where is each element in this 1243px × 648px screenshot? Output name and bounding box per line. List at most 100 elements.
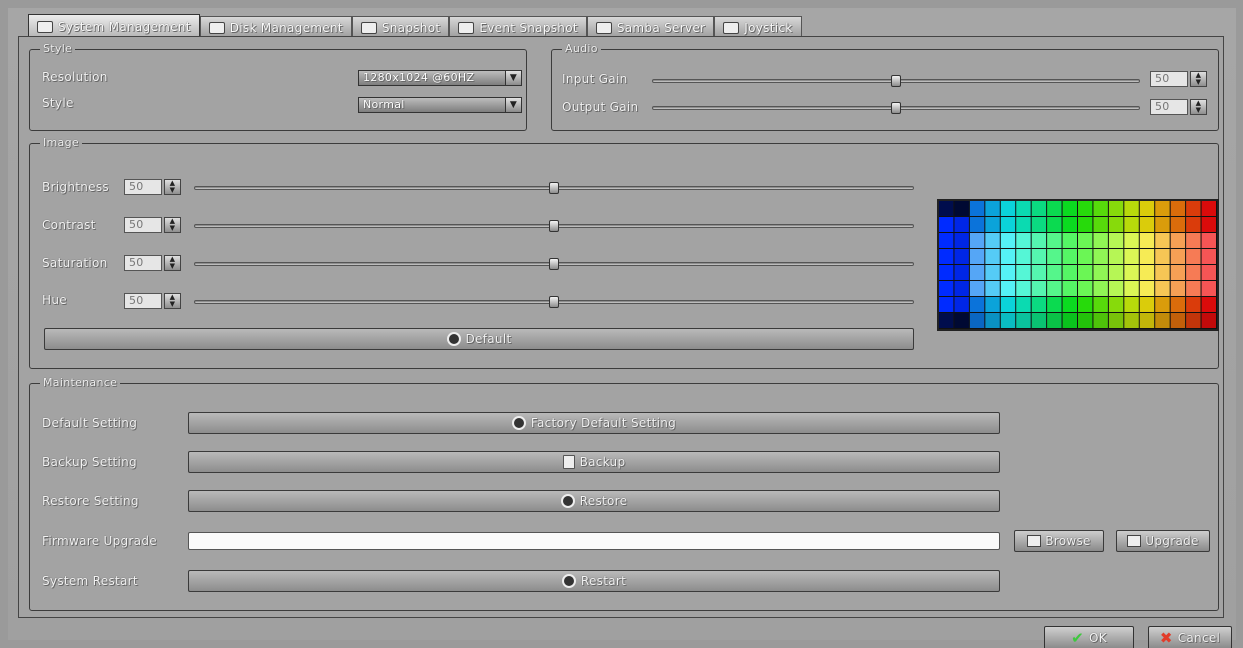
saturation-spinbox[interactable]: 50 ▲ ▼ (124, 255, 184, 271)
palette-cell (1186, 281, 1201, 296)
palette-cell (1078, 313, 1093, 328)
output-gain-slider[interactable] (652, 102, 1140, 114)
brightness-slider[interactable] (194, 182, 914, 194)
palette-cell (1031, 249, 1047, 264)
output-gain-label: Output Gain (562, 100, 639, 114)
palette-cell (1000, 217, 1016, 232)
contrast-slider[interactable] (194, 220, 914, 232)
tab-disk-management[interactable]: Disk Management (199, 16, 352, 38)
palette-cell (1093, 201, 1108, 216)
palette-cell (1155, 217, 1170, 232)
palette-cell (954, 265, 969, 280)
palette-cell (1108, 281, 1124, 296)
palette-cell (1108, 249, 1124, 264)
factory-default-button[interactable]: Factory Default Setting (188, 412, 1000, 434)
contrast-value[interactable]: 50 (124, 217, 162, 233)
power-icon (561, 574, 576, 588)
restore-setting-label: Restore Setting (42, 494, 139, 508)
brightness-spinbox[interactable]: 50 ▲ ▼ (124, 179, 184, 195)
slider-thumb[interactable] (549, 182, 559, 194)
upgrade-button[interactable]: Upgrade (1116, 530, 1210, 552)
restore-icon (560, 494, 575, 508)
palette-cell (1124, 281, 1139, 296)
palette-cell (1078, 201, 1093, 216)
restart-button[interactable]: Restart (188, 570, 1000, 592)
tab-content: Style Resolution 1280x1024 @60HZ ▼ Style… (18, 36, 1224, 618)
palette-cell (1062, 297, 1077, 312)
palette-cell (1078, 265, 1093, 280)
palette-cell (969, 297, 985, 312)
slider-thumb[interactable] (549, 220, 559, 232)
cancel-button[interactable]: ✖ Cancel (1148, 626, 1232, 648)
palette-cell (1000, 249, 1016, 264)
palette-cell (1139, 265, 1155, 280)
slider-thumb[interactable] (549, 296, 559, 308)
tab-system-management[interactable]: System Management (28, 14, 200, 38)
output-gain-spinbox[interactable]: 50 ▲ ▼ (1150, 99, 1210, 115)
palette-cell (1047, 265, 1062, 280)
ok-button[interactable]: ✔ OK (1044, 626, 1134, 648)
palette-cell (1186, 201, 1201, 216)
palette-cell (1047, 233, 1062, 248)
resolution-select[interactable]: 1280x1024 @60HZ ▼ (358, 70, 522, 86)
palette-cell (1031, 217, 1047, 232)
slider-thumb[interactable] (891, 102, 901, 114)
saturation-slider[interactable] (194, 258, 914, 270)
spin-arrows-icon[interactable]: ▲ ▼ (164, 255, 181, 271)
tab-event-snapshot[interactable]: Event Snapshot (449, 16, 587, 38)
palette-cell (1170, 217, 1186, 232)
palette-cell (954, 201, 969, 216)
palette-cell (1031, 313, 1047, 328)
hue-slider[interactable] (194, 296, 914, 308)
spin-arrows-icon[interactable]: ▲ ▼ (164, 217, 181, 233)
palette-cell (1124, 217, 1139, 232)
palette-cell (1170, 265, 1186, 280)
output-gain-value[interactable]: 50 (1150, 99, 1188, 115)
spin-arrows-icon[interactable]: ▲ ▼ (1190, 99, 1207, 115)
palette-cell (1031, 297, 1047, 312)
slider-thumb[interactable] (891, 75, 901, 87)
restore-button[interactable]: Restore (188, 490, 1000, 512)
firmware-path-input[interactable] (188, 532, 1000, 550)
style-legend: Style (40, 42, 76, 55)
hue-spinbox[interactable]: 50 ▲ ▼ (124, 293, 184, 309)
tab-snapshot[interactable]: Snapshot (351, 16, 450, 38)
palette-cell (1201, 297, 1216, 312)
palette-cell (1093, 265, 1108, 280)
palette-cell (1016, 217, 1031, 232)
tab-label: System Management (58, 19, 191, 34)
palette-cell (985, 233, 1000, 248)
spin-arrows-icon[interactable]: ▲ ▼ (164, 179, 181, 195)
backup-button[interactable]: Backup (188, 451, 1000, 473)
palette-cell (1047, 217, 1062, 232)
spin-arrows-icon[interactable]: ▲ ▼ (164, 293, 181, 309)
palette-cell (1062, 217, 1077, 232)
palette-cell (985, 265, 1000, 280)
palette-cell (1139, 297, 1155, 312)
brightness-value[interactable]: 50 (124, 179, 162, 195)
spin-arrows-icon[interactable]: ▲ ▼ (1190, 71, 1207, 87)
palette-cell (1170, 313, 1186, 328)
browse-button[interactable]: Browse (1014, 530, 1104, 552)
palette-cell (1155, 281, 1170, 296)
input-gain-spinbox[interactable]: 50 ▲ ▼ (1150, 71, 1210, 87)
palette-cell (1093, 233, 1108, 248)
input-gain-slider[interactable] (652, 75, 1140, 87)
slider-thumb[interactable] (549, 258, 559, 270)
hue-value[interactable]: 50 (124, 293, 162, 309)
tab-joystick[interactable]: Joystick (714, 16, 802, 38)
tab-samba-server[interactable]: Samba Server (586, 16, 715, 38)
palette-cell (1139, 217, 1155, 232)
palette-cell (1062, 249, 1077, 264)
palette-cell (1000, 201, 1016, 216)
default-setting-label: Default Setting (42, 416, 138, 430)
input-gain-value[interactable]: 50 (1150, 71, 1188, 87)
upgrade-icon (1127, 535, 1142, 547)
saturation-value[interactable]: 50 (124, 255, 162, 271)
style-select[interactable]: Normal ▼ (358, 97, 522, 113)
contrast-spinbox[interactable]: 50 ▲ ▼ (124, 217, 184, 233)
default-button[interactable]: Default (44, 328, 914, 350)
palette-cell (985, 297, 1000, 312)
palette-cell (1155, 249, 1170, 264)
palette-cell (985, 217, 1000, 232)
